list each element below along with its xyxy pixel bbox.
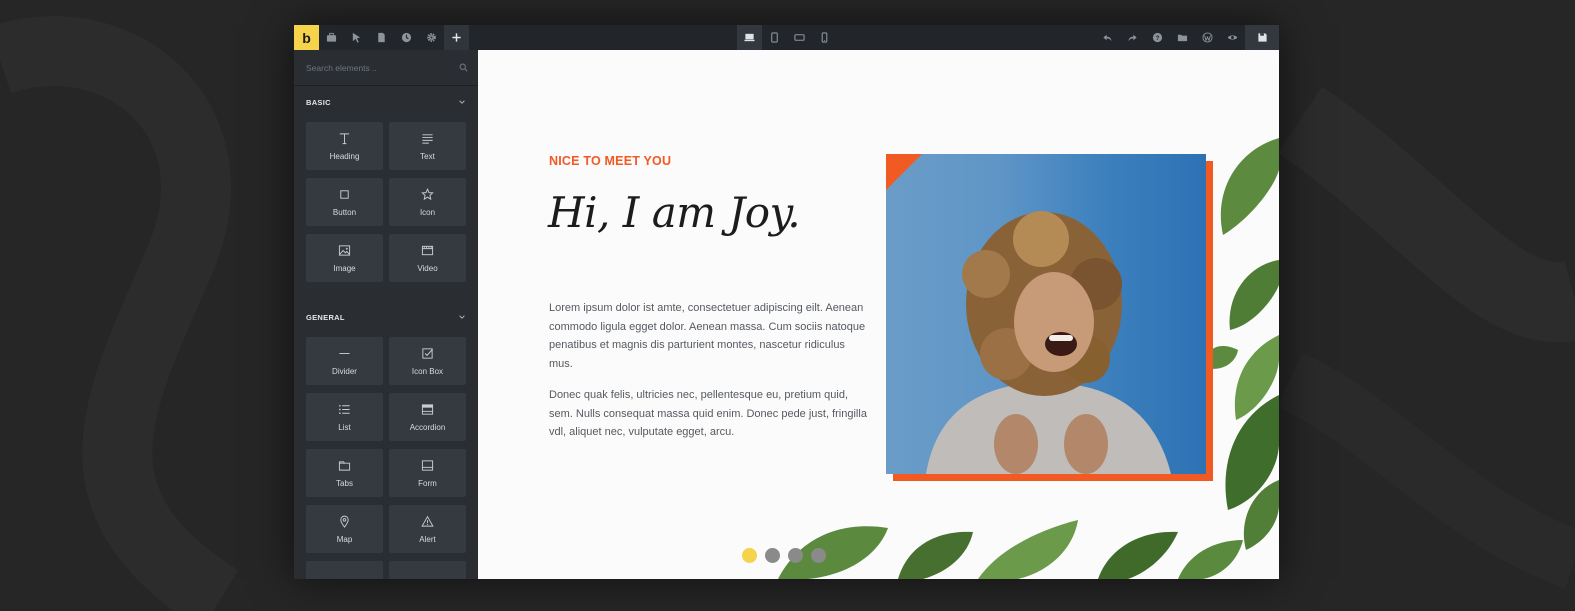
chevron-down-icon (459, 100, 465, 104)
divider-icon (339, 353, 350, 354)
portrait-image-block (886, 154, 1215, 482)
toolbar-right-group: ? (1095, 25, 1279, 50)
accordion-icon (421, 404, 434, 415)
device-switcher (737, 25, 837, 50)
general-elements-grid: Divider Icon Box List Accordion Tabs For… (294, 333, 478, 579)
element-label: Map (336, 535, 353, 544)
slider-dot[interactable] (788, 548, 803, 563)
map-pin-icon (340, 515, 349, 528)
element-label: Form (418, 479, 437, 488)
icon-box-icon (422, 348, 433, 359)
alert-icon (421, 515, 434, 527)
save-icon (1257, 33, 1267, 42)
photo-corner-accent (886, 154, 922, 190)
element-label: Icon Box (411, 367, 444, 376)
intro-paragraph: Lorem ipsum dolor ist amte, consectetuer… (549, 302, 866, 370)
wordpress-icon[interactable] (1195, 25, 1220, 50)
element-label: Text (420, 152, 435, 161)
slider-dot[interactable] (742, 548, 757, 563)
save-button[interactable] (1245, 25, 1279, 50)
element-heading[interactable]: Heading (306, 122, 383, 171)
search-icon[interactable] (459, 59, 468, 77)
desktop-icon[interactable] (737, 25, 762, 50)
element-countdown[interactable] (389, 561, 466, 579)
section-title: BASIC (306, 97, 331, 107)
image-icon (338, 245, 351, 256)
text-icon (422, 134, 433, 144)
plus-icon (452, 33, 461, 42)
element-tabs[interactable]: Tabs (306, 449, 383, 498)
slider-dot[interactable] (765, 548, 780, 563)
element-list[interactable]: List (306, 393, 383, 442)
list-icon (339, 404, 350, 415)
element-more[interactable] (306, 561, 383, 579)
elements-sidebar: BASIC Heading Text Button Icon Imag (294, 50, 478, 579)
element-label: Divider (332, 367, 357, 376)
hero-heading: Hi, I am Joy. (548, 188, 801, 237)
toolbar-left-group: b (294, 25, 469, 50)
briefcase-icon[interactable] (319, 25, 344, 50)
preview-canvas[interactable]: NICE TO MEET YOU Hi, I am Joy. Lorem ips… (478, 50, 1279, 579)
help-icon[interactable]: ? (1145, 25, 1170, 50)
folder-icon[interactable] (1170, 25, 1195, 50)
element-label: Tabs (336, 479, 353, 488)
element-icon[interactable]: Icon (389, 178, 466, 227)
element-video[interactable]: Video (389, 234, 466, 283)
element-label: Accordion (409, 423, 446, 432)
element-label: Video (417, 264, 438, 273)
tablet-landscape-icon[interactable] (787, 25, 812, 50)
eye-icon[interactable] (1220, 25, 1245, 50)
mobile-icon[interactable] (812, 25, 837, 50)
page-builder-window: b ? Search elements .. BASIC Heading Tex… (294, 25, 1279, 579)
element-label: Button (332, 208, 357, 217)
gear-icon[interactable] (419, 25, 444, 50)
element-alert[interactable]: Alert (389, 505, 466, 554)
search-input[interactable] (306, 62, 436, 73)
svg-text:?: ? (1156, 35, 1160, 42)
element-divider[interactable]: Divider (306, 337, 383, 386)
video-icon (421, 245, 434, 256)
builder-logo[interactable]: b (294, 25, 319, 50)
star-icon (421, 188, 434, 201)
element-label: Image (333, 264, 356, 273)
tabs-icon (338, 461, 351, 471)
section-general-header[interactable]: GENERAL (294, 301, 478, 333)
redo-icon[interactable] (1120, 25, 1145, 50)
element-form[interactable]: Form (389, 449, 466, 498)
element-label: Heading (329, 152, 360, 161)
element-accordion[interactable]: Accordion (389, 393, 466, 442)
slider-pagination (742, 548, 826, 563)
element-image[interactable]: Image (306, 234, 383, 283)
page-icon[interactable] (369, 25, 394, 50)
history-icon[interactable] (394, 25, 419, 50)
search-bar (294, 50, 478, 86)
add-element-button[interactable] (444, 25, 469, 50)
portrait-photo (886, 154, 1206, 474)
slider-dot[interactable] (811, 548, 826, 563)
section-title: GENERAL (306, 312, 345, 322)
element-text[interactable]: Text (389, 122, 466, 171)
heading-icon (339, 133, 350, 145)
section-kicker: NICE TO MEET YOU (549, 154, 672, 168)
element-button[interactable]: Button (306, 178, 383, 227)
undo-icon[interactable] (1095, 25, 1120, 50)
basic-elements-grid: Heading Text Button Icon Image Video (294, 118, 478, 295)
element-label: Icon (419, 208, 436, 217)
cursor-icon[interactable] (344, 25, 369, 50)
section-basic-header[interactable]: BASIC (294, 86, 478, 118)
tablet-portrait-icon[interactable] (762, 25, 787, 50)
chevron-down-icon (459, 315, 465, 319)
top-toolbar: b ? (294, 25, 1279, 50)
intro-paragraph-secondary: Donec quak felis, ultricies nec, pellent… (549, 389, 867, 439)
element-icon-box[interactable]: Icon Box (389, 337, 466, 386)
element-map[interactable]: Map (306, 505, 383, 554)
element-label: Alert (419, 535, 436, 544)
button-icon (340, 190, 349, 199)
element-label: List (338, 423, 351, 432)
form-icon (421, 460, 434, 471)
